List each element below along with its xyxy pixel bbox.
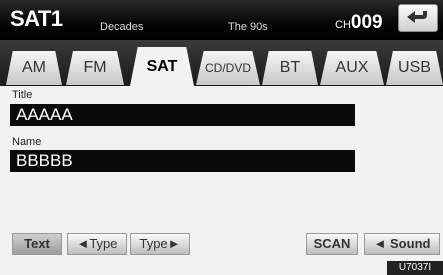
return-arrow-icon: [407, 11, 427, 23]
tab-sat-label: SAT: [146, 58, 178, 75]
header-bar: SAT1 Decades The 90s CH009: [0, 0, 443, 40]
tab-fm-label: FM: [83, 59, 107, 76]
title-label: Title: [12, 89, 33, 101]
tab-am-label: AM: [22, 59, 46, 76]
channel-prefix: CH: [335, 19, 351, 31]
type-prev-button[interactable]: ◄Type: [67, 233, 127, 255]
category-name: Decades: [100, 21, 144, 33]
tab-cd-dvd-label: CD/DVD: [204, 61, 251, 75]
source-tabs: AM FM SAT CD/DVD BT AUX USB: [0, 40, 443, 86]
name-label: Name: [12, 136, 42, 148]
type-next-button[interactable]: Type►: [130, 233, 190, 255]
song-category: The 90s: [228, 21, 268, 33]
source-title: SAT1: [10, 6, 63, 31]
figure-code: U7037I: [387, 261, 443, 275]
channel-number: 009: [350, 12, 383, 33]
tab-cd-dvd[interactable]: CD/DVD: [196, 51, 260, 85]
sound-button[interactable]: ◄ Sound: [364, 233, 440, 255]
scan-button[interactable]: SCAN: [306, 233, 358, 255]
text-button[interactable]: Text: [12, 233, 62, 255]
title-field: AAAAA: [10, 104, 355, 126]
tab-fm[interactable]: FM: [66, 51, 124, 85]
tab-aux[interactable]: AUX: [320, 51, 384, 85]
name-field: BBBBB: [10, 150, 355, 172]
tab-bt[interactable]: BT: [262, 51, 318, 85]
tab-bt-label: BT: [279, 59, 301, 76]
back-button[interactable]: [398, 4, 438, 32]
tab-usb[interactable]: USB: [386, 51, 443, 85]
audio-screen: SAT1 Decades The 90s CH009 AM FM SAT CD/…: [0, 0, 443, 275]
tab-aux-label: AUX: [335, 59, 369, 76]
channel-indicator: CH009: [335, 12, 383, 34]
tab-usb-label: USB: [398, 59, 431, 76]
tab-sat[interactable]: SAT: [130, 47, 194, 86]
tab-am[interactable]: AM: [6, 51, 62, 85]
